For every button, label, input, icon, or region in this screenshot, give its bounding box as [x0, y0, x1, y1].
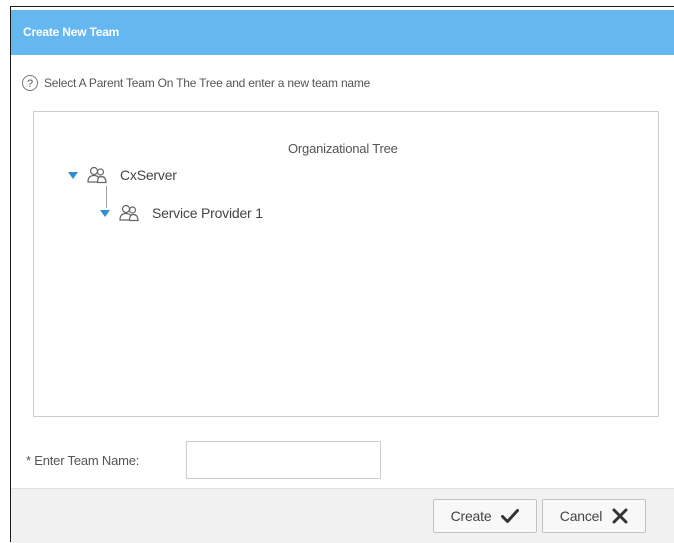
- organizational-tree-panel: Organizational Tree CxServer Service Pro…: [33, 111, 659, 417]
- tree-caption: Organizational Tree: [288, 141, 398, 156]
- dialog-titlebar: Create New Team: [11, 10, 674, 55]
- tree-node-label[interactable]: Service Provider 1: [152, 205, 263, 221]
- tree-node-cxserver[interactable]: CxServer: [68, 164, 177, 186]
- hint-text: Select A Parent Team On The Tree and ent…: [44, 76, 371, 90]
- team-name-label: * Enter Team Name:: [26, 452, 140, 468]
- question-circle-icon: ?: [22, 75, 38, 91]
- dialog-footer: Create Cancel: [11, 488, 674, 543]
- tree-node-label[interactable]: CxServer: [120, 167, 177, 183]
- cancel-button[interactable]: Cancel: [542, 499, 646, 533]
- checkmark-icon: [501, 509, 520, 523]
- cancel-button-label: Cancel: [559, 508, 603, 524]
- create-button-label: Create: [450, 508, 492, 524]
- dialog-title: Create New Team: [23, 25, 120, 39]
- tree-node-service-provider-1[interactable]: Service Provider 1: [100, 202, 263, 224]
- team-icon: [119, 204, 139, 222]
- team-icon: [87, 166, 107, 184]
- instruction-hint: ? Select A Parent Team On The Tree and e…: [22, 72, 370, 94]
- create-button[interactable]: Create: [433, 499, 537, 533]
- team-name-row: * Enter Team Name:: [26, 441, 381, 479]
- close-icon: [612, 508, 628, 524]
- expand-caret-icon[interactable]: [68, 171, 78, 179]
- team-name-input[interactable]: [186, 441, 381, 479]
- expand-caret-icon[interactable]: [100, 209, 110, 217]
